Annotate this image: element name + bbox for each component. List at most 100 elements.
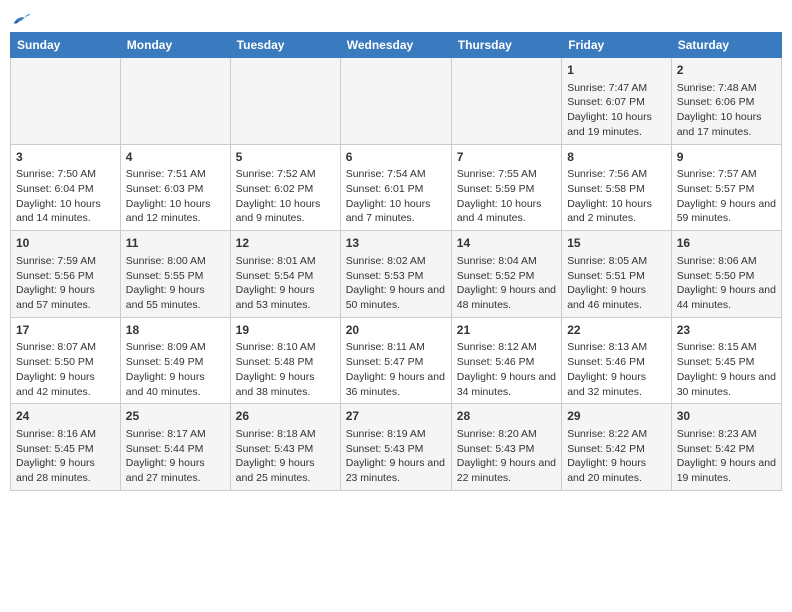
day-info-line: Sunrise: 8:18 AM [236,427,335,442]
day-number: 23 [677,322,776,339]
day-number: 3 [16,149,115,166]
day-number: 12 [236,235,335,252]
day-info-line: Daylight: 9 hours and 57 minutes. [16,283,115,312]
calendar-cell: 19Sunrise: 8:10 AMSunset: 5:48 PMDayligh… [230,317,340,404]
day-number: 30 [677,408,776,425]
logo-bird-icon [10,10,32,28]
day-info-line: Daylight: 9 hours and 46 minutes. [567,283,666,312]
week-row-2: 3Sunrise: 7:50 AMSunset: 6:04 PMDaylight… [11,144,782,231]
day-info-line: Daylight: 10 hours and 12 minutes. [126,197,225,226]
week-row-3: 10Sunrise: 7:59 AMSunset: 5:56 PMDayligh… [11,231,782,318]
day-number: 29 [567,408,666,425]
day-info-line: Sunrise: 8:07 AM [16,340,115,355]
calendar-cell: 13Sunrise: 8:02 AMSunset: 5:53 PMDayligh… [340,231,451,318]
day-info-line: Sunrise: 7:56 AM [567,167,666,182]
day-info-line: Sunrise: 8:17 AM [126,427,225,442]
day-info-line: Sunrise: 8:10 AM [236,340,335,355]
calendar-cell [451,58,561,145]
calendar-cell: 26Sunrise: 8:18 AMSunset: 5:43 PMDayligh… [230,404,340,491]
day-info-line: Sunset: 5:58 PM [567,182,666,197]
calendar-cell: 20Sunrise: 8:11 AMSunset: 5:47 PMDayligh… [340,317,451,404]
day-info-line: Sunset: 5:47 PM [346,355,446,370]
calendar-cell: 1Sunrise: 7:47 AMSunset: 6:07 PMDaylight… [562,58,672,145]
calendar-cell: 5Sunrise: 7:52 AMSunset: 6:02 PMDaylight… [230,144,340,231]
day-info-line: Sunrise: 8:09 AM [126,340,225,355]
week-row-1: 1Sunrise: 7:47 AMSunset: 6:07 PMDaylight… [11,58,782,145]
day-info-line: Sunset: 5:57 PM [677,182,776,197]
day-number: 16 [677,235,776,252]
day-info-line: Daylight: 10 hours and 2 minutes. [567,197,666,226]
day-info-line: Sunset: 5:44 PM [126,442,225,457]
day-info-line: Sunset: 6:04 PM [16,182,115,197]
logo [10,10,36,28]
day-info-line: Daylight: 10 hours and 17 minutes. [677,110,776,139]
header [10,10,782,28]
calendar-cell: 2Sunrise: 7:48 AMSunset: 6:06 PMDaylight… [671,58,781,145]
day-info-line: Sunset: 6:01 PM [346,182,446,197]
day-info-line: Sunrise: 8:23 AM [677,427,776,442]
day-info-line: Daylight: 10 hours and 9 minutes. [236,197,335,226]
day-info-line: Sunrise: 8:02 AM [346,254,446,269]
day-info-line: Sunset: 5:49 PM [126,355,225,370]
calendar-cell: 30 Sunrise: 8:23 AMSunset: 5:42 PMDayligh… [671,404,781,491]
day-number: 6 [346,149,446,166]
day-info-line: Sunrise: 7:48 AM [677,81,776,96]
day-info-line: Daylight: 9 hours and 59 minutes. [677,197,776,226]
day-header-monday: Monday [120,33,230,58]
day-info-line: Sunset: 5:43 PM [346,442,446,457]
calendar-cell: 23Sunrise: 8:15 AMSunset: 5:45 PMDayligh… [671,317,781,404]
day-info-line: Sunset: 5:54 PM [236,269,335,284]
day-info-line: Sunset: 5:43 PM [236,442,335,457]
day-info-line: Sunrise: 8:06 AM [677,254,776,269]
day-info-line: Sunrise: 8:11 AM [346,340,446,355]
day-info-line: Daylight: 9 hours and 32 minutes. [567,370,666,399]
day-info-line: Sunrise: 8:01 AM [236,254,335,269]
day-info-line: Sunset: 5:59 PM [457,182,556,197]
day-info-line: Sunset: 5:43 PM [457,442,556,457]
day-info-line: Daylight: 10 hours and 19 minutes. [567,110,666,139]
day-number: 27 [346,408,446,425]
day-info-line: Sunset: 5:56 PM [16,269,115,284]
day-info-line: Sunrise: 8:13 AM [567,340,666,355]
day-info-line: Sunset: 6:02 PM [236,182,335,197]
day-number: 13 [346,235,446,252]
day-info-line: Sunrise: 8:04 AM [457,254,556,269]
day-info-line: Daylight: 9 hours and 25 minutes. [236,456,335,485]
calendar-table: SundayMondayTuesdayWednesdayThursdayFrid… [10,32,782,491]
calendar-cell: 11Sunrise: 8:00 AMSunset: 5:55 PMDayligh… [120,231,230,318]
calendar-cell: 8Sunrise: 7:56 AMSunset: 5:58 PMDaylight… [562,144,672,231]
header-row: SundayMondayTuesdayWednesdayThursdayFrid… [11,33,782,58]
calendar-cell [120,58,230,145]
day-info-line: Sunrise: 8:12 AM [457,340,556,355]
day-number: 21 [457,322,556,339]
calendar-cell: 10Sunrise: 7:59 AMSunset: 5:56 PMDayligh… [11,231,121,318]
calendar-cell: 21Sunrise: 8:12 AMSunset: 5:46 PMDayligh… [451,317,561,404]
calendar-cell: 12Sunrise: 8:01 AMSunset: 5:54 PMDayligh… [230,231,340,318]
calendar-cell: 9Sunrise: 7:57 AMSunset: 5:57 PMDaylight… [671,144,781,231]
day-number: 25 [126,408,225,425]
day-info-line: Daylight: 10 hours and 4 minutes. [457,197,556,226]
calendar-cell: 15Sunrise: 8:05 AMSunset: 5:51 PMDayligh… [562,231,672,318]
day-info-line: Daylight: 9 hours and 55 minutes. [126,283,225,312]
day-info-line: Sunset: 5:42 PM [677,442,776,457]
day-info-line: Daylight: 9 hours and 19 minutes. [677,456,776,485]
day-info-line: Daylight: 9 hours and 40 minutes. [126,370,225,399]
day-info-line: Daylight: 9 hours and 23 minutes. [346,456,446,485]
day-info-line: Daylight: 9 hours and 27 minutes. [126,456,225,485]
calendar-cell: 25 Sunrise: 8:17 AMSunset: 5:44 PMDayligh… [120,404,230,491]
calendar-cell: 16Sunrise: 8:06 AMSunset: 5:50 PMDayligh… [671,231,781,318]
day-header-sunday: Sunday [11,33,121,58]
day-number: 28 [457,408,556,425]
calendar-cell: 4Sunrise: 7:51 AMSunset: 6:03 PMDaylight… [120,144,230,231]
day-info-line: Sunrise: 8:15 AM [677,340,776,355]
day-info-line: Daylight: 9 hours and 30 minutes. [677,370,776,399]
day-number: 15 [567,235,666,252]
calendar-cell [340,58,451,145]
day-number: 11 [126,235,225,252]
day-info-line: Sunrise: 8:22 AM [567,427,666,442]
calendar-cell: 17Sunrise: 8:07 AMSunset: 5:50 PMDayligh… [11,317,121,404]
day-info-line: Sunset: 5:50 PM [16,355,115,370]
day-header-tuesday: Tuesday [230,33,340,58]
day-info-line: Sunset: 6:07 PM [567,95,666,110]
day-header-saturday: Saturday [671,33,781,58]
